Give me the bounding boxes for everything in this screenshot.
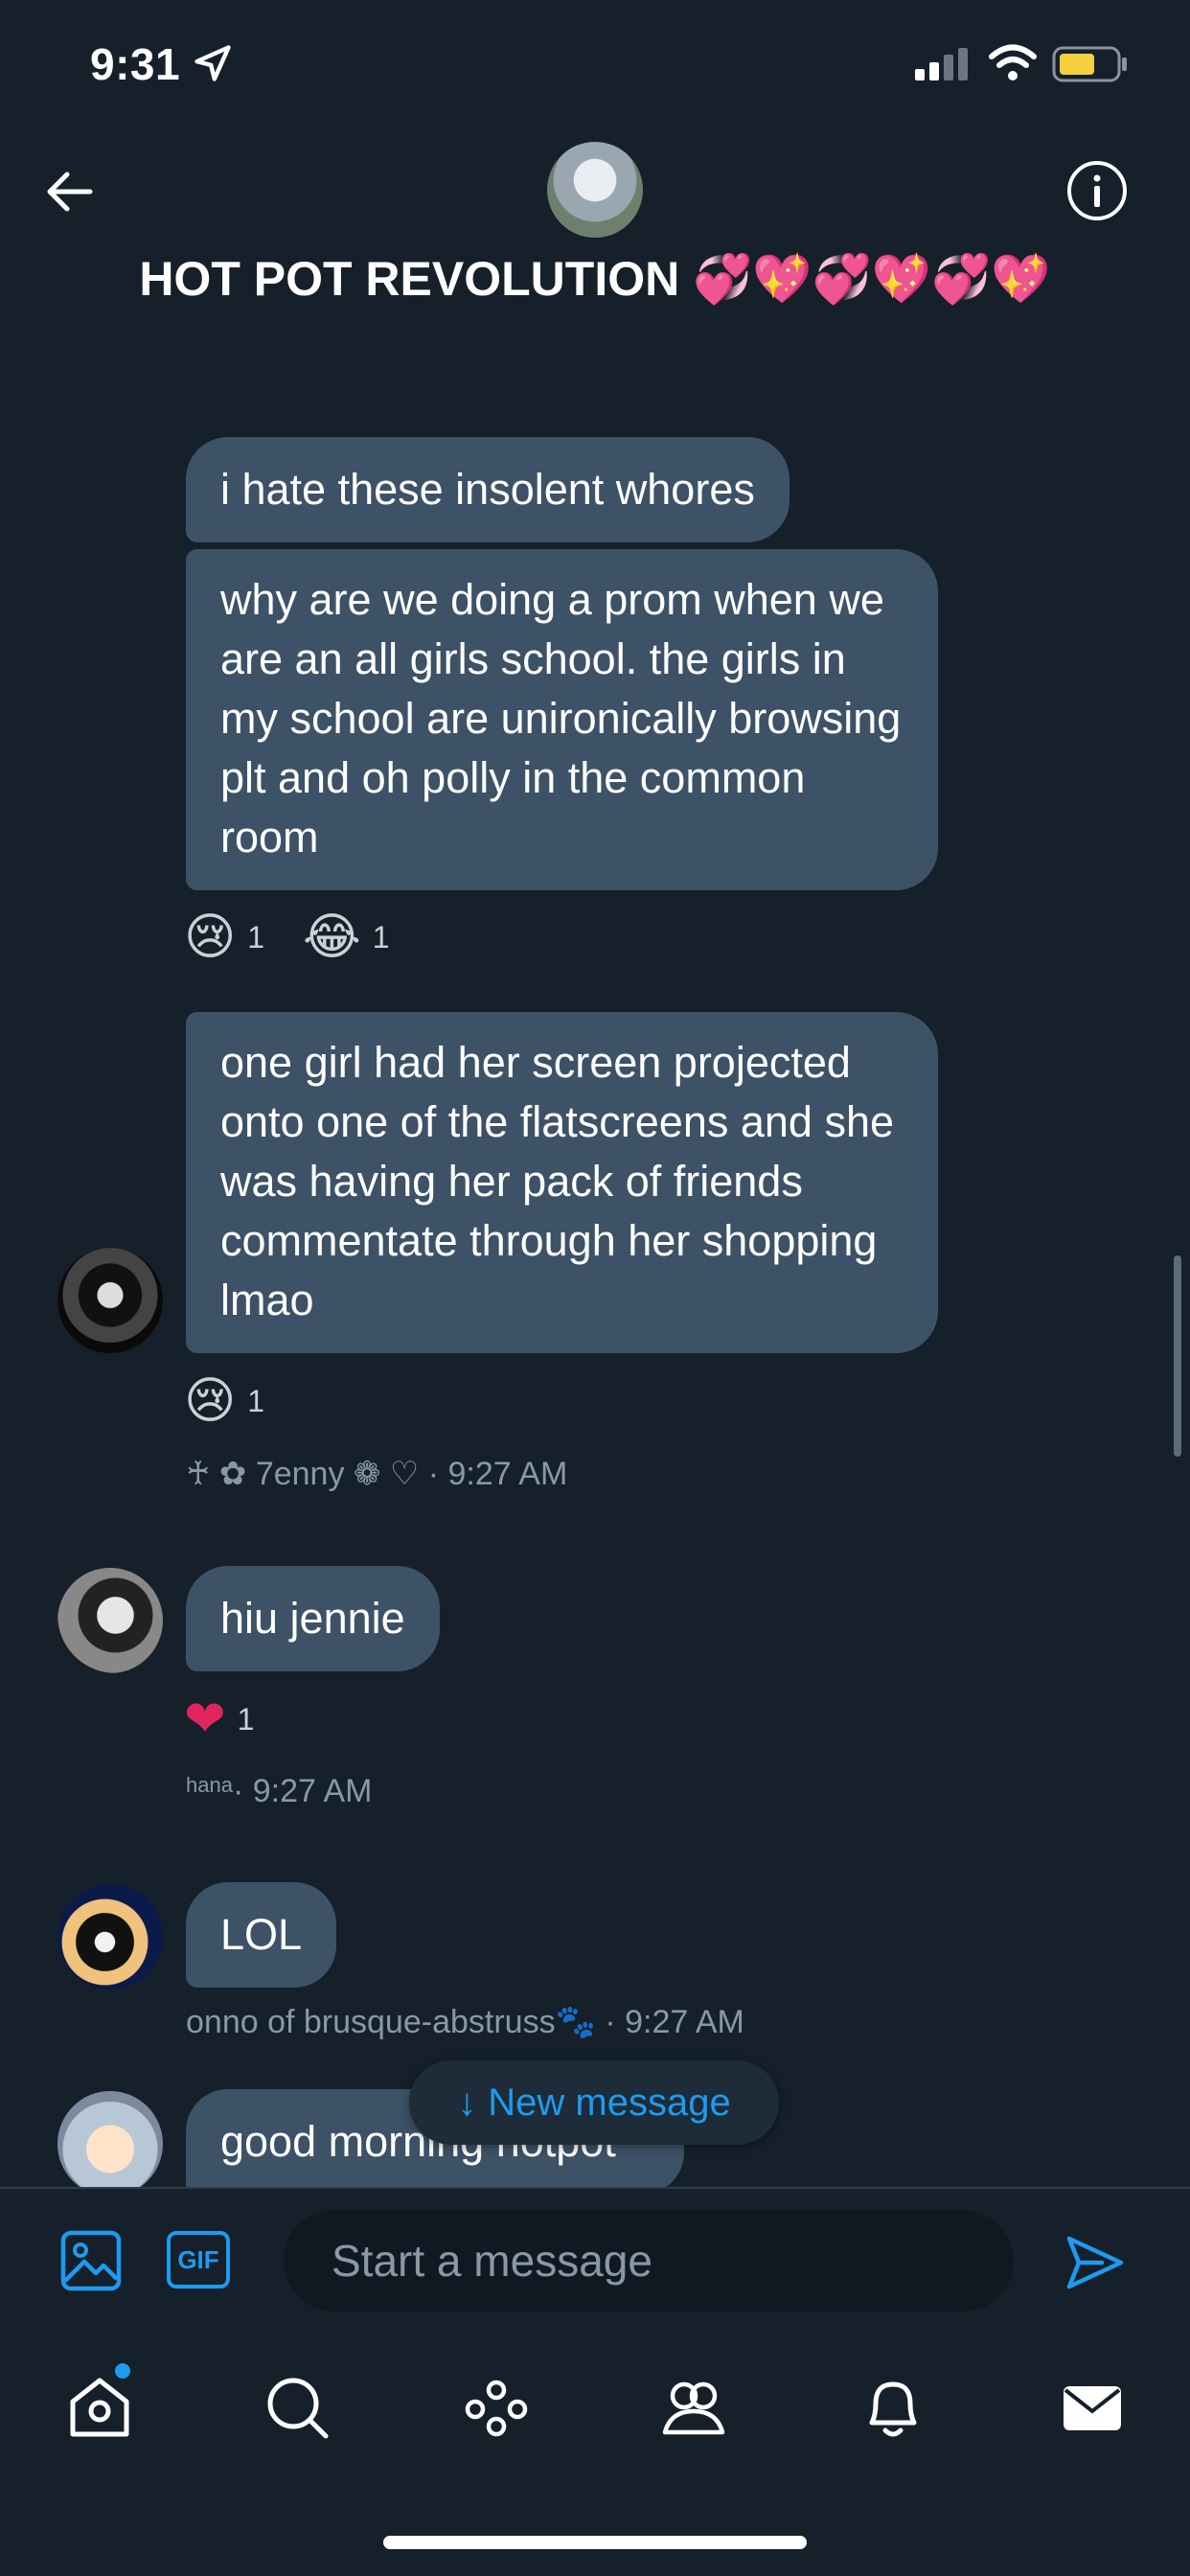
search-icon[interactable]	[263, 2373, 332, 2442]
sender-avatar[interactable]	[57, 1248, 163, 1353]
home-indicator[interactable]	[383, 2536, 807, 2549]
message-bubble[interactable]: one girl had her screen projected onto o…	[186, 1012, 938, 1353]
battery-icon	[1052, 46, 1127, 82]
divider	[0, 2187, 1190, 2189]
send-icon[interactable]	[1064, 2231, 1127, 2294]
communities-icon[interactable]	[659, 2373, 728, 2442]
message-bubble[interactable]: why are we doing a prom when we are an a…	[186, 549, 938, 890]
crying-emoji-icon: 😢	[184, 909, 237, 965]
info-icon[interactable]	[1065, 159, 1129, 222]
sender-avatar[interactable]	[57, 2091, 163, 2187]
message-meta: hana · 9:27 AM	[186, 1773, 372, 1810]
new-message-button[interactable]: ↓ New message	[409, 2060, 779, 2145]
sender-avatar[interactable]	[57, 1884, 163, 1990]
reaction-crying[interactable]: 😢 1	[184, 1372, 264, 1430]
laughing-emoji-icon: 😂	[303, 909, 361, 965]
message-time: · 9:27 AM	[232, 1773, 373, 1809]
conversation-title: HOT POT REVOLUTION 💞💖💞💖💞💖	[139, 252, 1051, 306]
bell-icon[interactable]	[858, 2373, 927, 2442]
wifi-icon	[989, 44, 1037, 80]
home-icon[interactable]	[65, 2373, 134, 2442]
scrollbar[interactable]	[1174, 1255, 1181, 1457]
status-time: 9:31	[90, 39, 181, 89]
group-avatar[interactable]	[547, 142, 643, 238]
cellular-signal-icon	[915, 48, 968, 80]
notification-dot	[115, 2363, 130, 2379]
message-bubble[interactable]: hiu jennie	[186, 1566, 440, 1671]
crying-emoji-icon: 😢	[184, 1373, 237, 1429]
message-meta: ♰ ✿ 7enny ❁ ♡ · 9:27 AM	[186, 1456, 568, 1492]
heart-icon: ❤	[184, 1691, 226, 1747]
location-arrow-icon	[195, 45, 231, 81]
sender-name: hana	[186, 1773, 233, 1797]
reaction-count: 1	[247, 919, 265, 954]
message-meta: onno of brusque-abstruss🐾 · 9:27 AM	[186, 2004, 744, 2040]
message-input[interactable]	[284, 2210, 1014, 2312]
back-arrow-icon[interactable]	[42, 163, 100, 220]
spaces-icon[interactable]	[462, 2373, 531, 2442]
reaction-count: 1	[237, 1701, 255, 1736]
image-icon[interactable]	[59, 2229, 123, 2292]
reaction-count: 1	[372, 919, 390, 954]
message-bubble[interactable]: i hate these insolent whores	[186, 437, 790, 542]
new-message-label: New message	[488, 2081, 731, 2124]
mail-icon[interactable]	[1058, 2373, 1127, 2442]
reaction-heart[interactable]: ❤ 1	[184, 1690, 254, 1748]
reaction-crying[interactable]: 😢 1	[184, 908, 264, 966]
reaction-laughing[interactable]: 😂 1	[303, 908, 390, 966]
sender-avatar[interactable]	[57, 1568, 163, 1673]
message-bubble[interactable]: LOL	[186, 1882, 337, 1988]
gif-button[interactable]: GIF	[167, 2231, 230, 2288]
down-arrow-icon: ↓	[457, 2081, 477, 2124]
reaction-count: 1	[247, 1383, 265, 1418]
